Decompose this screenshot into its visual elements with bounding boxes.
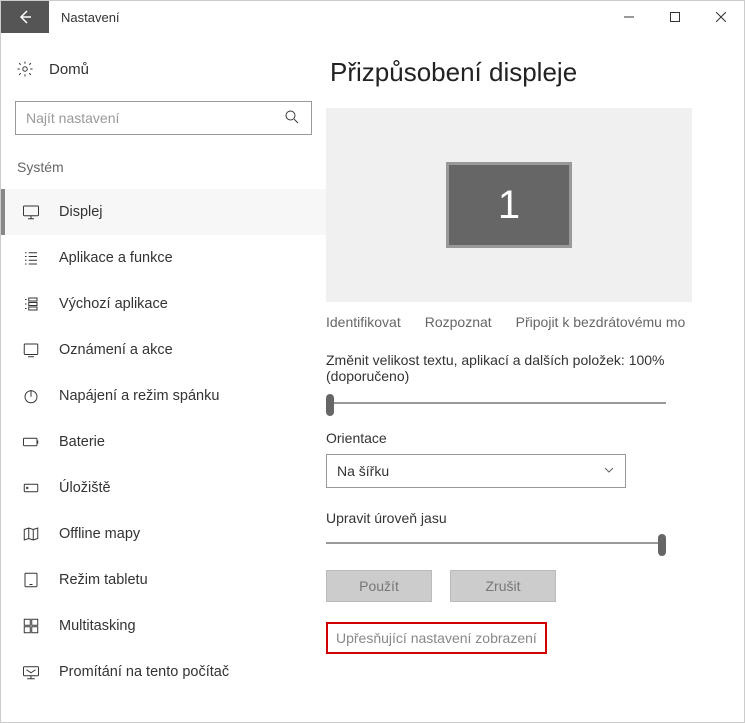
slider-thumb[interactable] — [326, 394, 334, 416]
monitor-icon — [21, 202, 41, 222]
notification-icon — [21, 340, 41, 360]
nav-label: Multitasking — [59, 618, 136, 634]
search-icon — [283, 108, 301, 129]
map-icon — [21, 524, 41, 544]
slider-thumb[interactable] — [658, 534, 666, 556]
multitasking-icon — [21, 616, 41, 636]
slider-track — [326, 402, 666, 404]
chevron-down-icon — [603, 463, 615, 479]
home-label: Domů — [49, 61, 89, 78]
search-box[interactable] — [15, 101, 312, 135]
scale-label: Změnit velikost textu, aplikací a dalšíc… — [326, 352, 692, 384]
titlebar: Nastavení — [1, 1, 744, 33]
nav-item-multitasking[interactable]: Multitasking — [1, 603, 326, 649]
default-apps-icon — [21, 294, 41, 314]
nav-label: Napájení a režim spánku — [59, 388, 219, 404]
nav-item-power[interactable]: Napájení a režim spánku — [1, 373, 326, 419]
nav-item-notifications[interactable]: Oznámení a akce — [1, 327, 326, 373]
nav-item-offline-maps[interactable]: Offline mapy — [1, 511, 326, 557]
nav-label: Úložiště — [59, 480, 111, 496]
minimize-icon — [624, 12, 634, 22]
nav-label: Oznámení a akce — [59, 342, 173, 358]
orientation-value: Na šířku — [337, 463, 389, 479]
project-icon — [21, 662, 41, 682]
list-icon — [21, 248, 41, 268]
detect-link[interactable]: Rozpoznat — [425, 314, 492, 330]
nav-item-display[interactable]: Displej — [1, 189, 326, 235]
advanced-display-link[interactable]: Upřesňující nastavení zobrazení — [326, 622, 547, 654]
category-label: Systém — [1, 151, 326, 189]
content: Domů Systém Displej Aplikace a funkce Vý… — [1, 33, 744, 722]
search-input[interactable] — [26, 110, 283, 126]
orientation-label: Orientace — [326, 430, 744, 446]
brightness-slider[interactable] — [326, 534, 666, 552]
nav-item-storage[interactable]: Úložiště — [1, 465, 326, 511]
brightness-label: Upravit úroveň jasu — [326, 510, 744, 526]
maximize-button[interactable] — [652, 1, 698, 33]
back-button[interactable] — [1, 1, 49, 33]
storage-icon — [21, 478, 41, 498]
gear-icon — [15, 59, 35, 79]
nav-item-tablet[interactable]: Režim tabletu — [1, 557, 326, 603]
cancel-button[interactable]: Zrušit — [450, 570, 556, 602]
close-icon — [716, 12, 726, 22]
display-links: Identifikovat Rozpoznat Připojit k bezdr… — [326, 314, 692, 330]
identify-link[interactable]: Identifikovat — [326, 314, 401, 330]
nav-label: Režim tabletu — [59, 572, 148, 588]
nav-item-battery[interactable]: Baterie — [1, 419, 326, 465]
nav-label: Baterie — [59, 434, 105, 450]
display-preview: 1 — [326, 108, 692, 302]
nav-item-apps[interactable]: Aplikace a funkce — [1, 235, 326, 281]
minimize-button[interactable] — [606, 1, 652, 33]
main-panel: Přizpůsobení displeje 1 Identifikovat Ro… — [326, 33, 744, 722]
scale-slider[interactable] — [326, 394, 666, 412]
page-title: Přizpůsobení displeje — [326, 57, 744, 88]
tablet-icon — [21, 570, 41, 590]
nav-item-default-apps[interactable]: Výchozí aplikace — [1, 281, 326, 327]
nav-label: Displej — [59, 204, 103, 220]
slider-track — [326, 542, 666, 544]
orientation-select[interactable]: Na šířku — [326, 454, 626, 488]
nav-label: Aplikace a funkce — [59, 250, 173, 266]
maximize-icon — [670, 12, 680, 22]
window-title: Nastavení — [49, 1, 606, 33]
button-row: Použít Zrušit — [326, 570, 744, 602]
home-button[interactable]: Domů — [1, 51, 326, 87]
nav-label: Promítání na tento počítač — [59, 664, 229, 680]
sidebar: Domů Systém Displej Aplikace a funkce Vý… — [1, 33, 326, 722]
nav-label: Výchozí aplikace — [59, 296, 168, 312]
wireless-link[interactable]: Připojit k bezdrátovému mo — [516, 314, 686, 330]
nav-item-projecting[interactable]: Promítání na tento počítač — [1, 649, 326, 695]
power-icon — [21, 386, 41, 406]
battery-icon — [21, 432, 41, 452]
nav-label: Offline mapy — [59, 526, 140, 542]
apply-button[interactable]: Použít — [326, 570, 432, 602]
close-button[interactable] — [698, 1, 744, 33]
display-1[interactable]: 1 — [446, 162, 572, 248]
back-arrow-icon — [17, 9, 33, 25]
